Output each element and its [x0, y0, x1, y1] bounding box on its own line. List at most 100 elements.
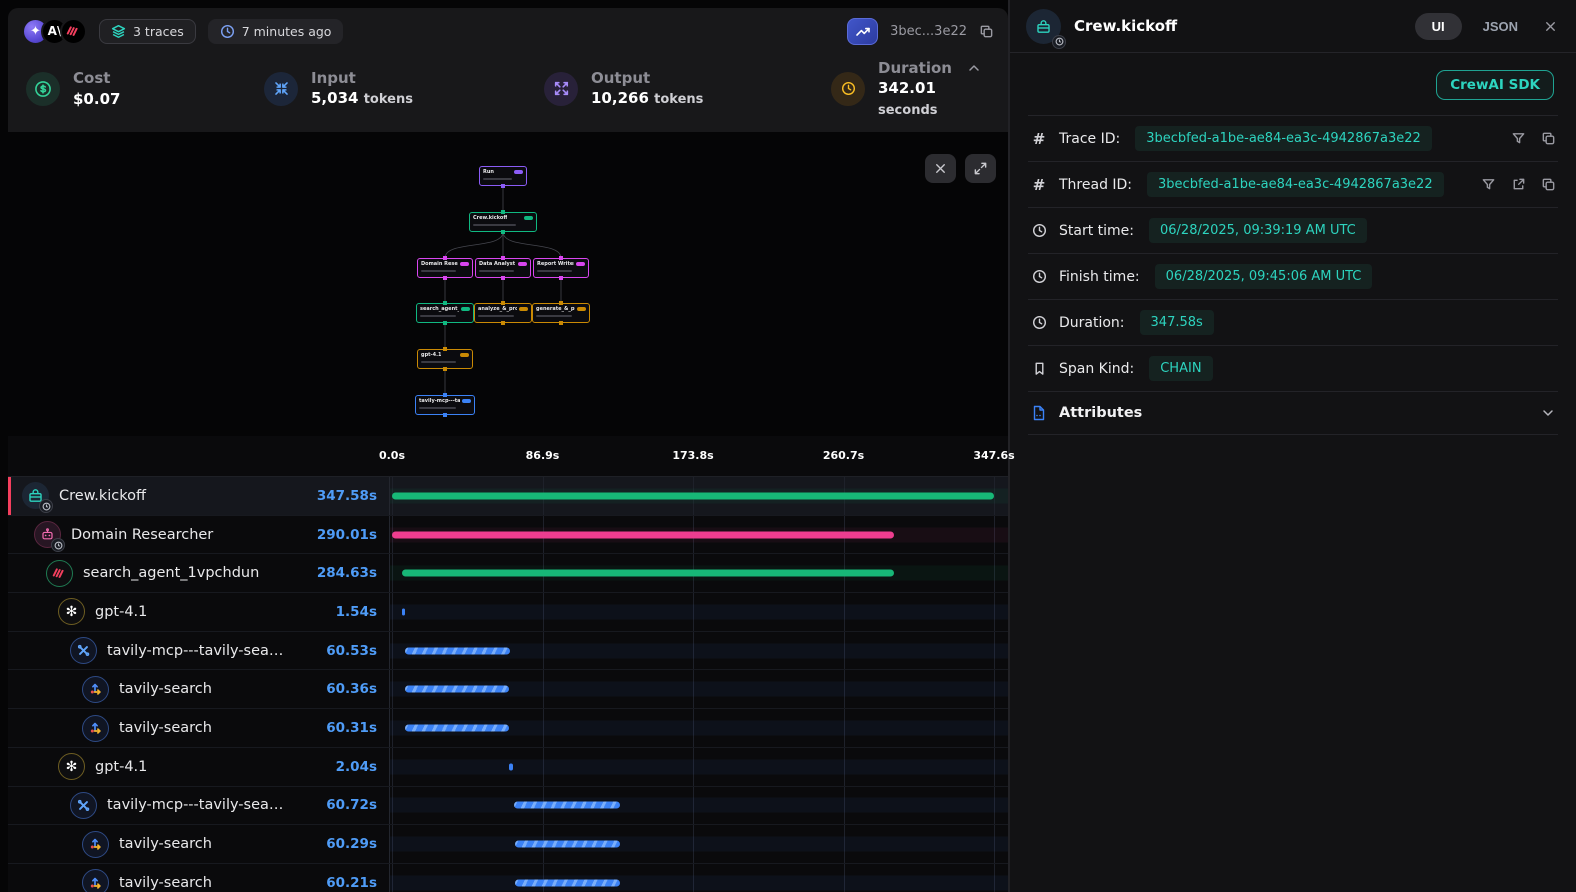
crew-red-icon — [46, 560, 73, 587]
node-connector-dot — [559, 321, 563, 325]
chevron-up-icon — [966, 60, 982, 76]
node-connector-dot — [501, 301, 505, 305]
copy-icon[interactable] — [1541, 131, 1556, 146]
node-connector-dot — [443, 256, 447, 260]
span-name: tavily-mcp---tavily-sea… — [107, 643, 316, 659]
span-bar-cell — [390, 825, 1008, 863]
detail-label: Trace ID: — [1059, 131, 1120, 147]
clock-icon — [220, 24, 235, 39]
span-duration: 60.53s — [326, 643, 377, 659]
trace-pane: ✦A\ 3 traces 7 minutes ago 3bec...3e22 C… — [0, 0, 1008, 892]
close-details-button[interactable] — [1543, 19, 1558, 34]
clock-badge-icon — [39, 499, 53, 513]
span-bar — [514, 802, 619, 809]
node-connector-dot — [501, 321, 505, 325]
external-link-icon[interactable] — [1511, 177, 1526, 192]
trace-age-badge[interactable]: 7 minutes ago — [208, 19, 344, 44]
span-bar-cell — [390, 748, 1008, 786]
copy-trace-id-button[interactable] — [979, 24, 994, 39]
node-connector-dot — [501, 256, 505, 260]
graph-node-run[interactable]: Run — [479, 166, 527, 186]
waterfall-timeline: 0.0s86.9s173.8s260.7s347.6s Crew.kickoff… — [8, 436, 1008, 892]
filter-icon[interactable] — [1481, 177, 1496, 192]
detail-value-chip[interactable]: 06/28/2025, 09:39:19 AM UTC — [1149, 218, 1367, 243]
span-bar-cell — [390, 477, 1008, 515]
span-duration: 60.21s — [326, 875, 377, 891]
span-duration: 290.01s — [317, 527, 377, 543]
axis-tick: 0.0s — [379, 449, 405, 462]
node-connector-dot — [443, 276, 447, 280]
node-connector-dot — [443, 413, 447, 417]
tools-icon — [70, 637, 97, 664]
graph-node-gpt[interactable]: gpt-4.1 — [417, 349, 473, 369]
span-row-Crew.kickoff[interactable]: Crew.kickoff 347.58s — [8, 477, 1008, 516]
detail-row-trace-id-: #Trace ID:3becbfed-a1be-ae84-ea3c-494286… — [1028, 116, 1558, 162]
span-row-search_agent_1vpchdun[interactable]: search_agent_1vpchdun 284.63s — [8, 554, 1008, 593]
span-row-tavily-search[interactable]: tavily-search 60.21s — [8, 864, 1008, 892]
detail-row-span-kind-: Span Kind: CHAIN — [1028, 346, 1558, 392]
span-row-Domain Researcher[interactable]: Domain Researcher290.01s — [8, 516, 1008, 555]
filter-icon[interactable] — [1511, 131, 1526, 146]
sdk-badge: CrewAI SDK — [1436, 70, 1554, 100]
span-duration: 347.58s — [317, 488, 377, 504]
copy-icon[interactable] — [1541, 177, 1556, 192]
trace-graph-panel: Run Crew.kickoff Domain ResearcherData Ana… — [8, 132, 1008, 436]
span-row-tavily-search[interactable]: tavily-search60.29s — [8, 825, 1008, 864]
tab-json[interactable]: JSON — [1483, 19, 1518, 34]
detail-value-chip[interactable]: CHAIN — [1149, 356, 1212, 381]
stat-label: Input — [311, 68, 413, 88]
span-bar — [405, 647, 510, 654]
span-row-gpt-4.1[interactable]: ✻gpt-4.12.04s — [8, 748, 1008, 787]
graph-node-analyze[interactable]: analyze_&_process — [474, 303, 532, 323]
clock-icon — [1030, 269, 1048, 284]
node-connector-dot — [559, 276, 563, 280]
graph-node-tavily[interactable]: tavily-mcp---tavily-search — [415, 395, 475, 415]
span-bar-cell — [390, 670, 1008, 708]
expand-graph-button[interactable] — [965, 154, 996, 183]
graph-node-analyst[interactable]: Data Analyst — [475, 258, 531, 278]
collapse-stats-button[interactable] — [966, 60, 982, 76]
json-file-icon — [1030, 405, 1048, 421]
graph-node-crew[interactable]: Crew.kickoff — [469, 212, 537, 232]
close-icon — [1543, 19, 1558, 34]
metrics-chart-button[interactable] — [847, 18, 878, 45]
span-name: Crew.kickoff — [59, 488, 307, 504]
detail-value-chip[interactable]: 06/28/2025, 09:45:06 AM UTC — [1155, 264, 1373, 289]
traces-count-badge[interactable]: 3 traces — [99, 19, 196, 44]
clock-icon — [1030, 223, 1048, 238]
tab-ui[interactable]: UI — [1415, 13, 1462, 40]
clock-icon — [1030, 315, 1048, 330]
span-row-tavily-search[interactable]: tavily-search60.36s — [8, 670, 1008, 709]
span-bar — [392, 531, 894, 538]
detail-value-chip[interactable]: 3becbfed-a1be-ae84-ea3c-4942867a3e22 — [1135, 126, 1432, 151]
detail-value-chip[interactable]: 3becbfed-a1be-ae84-ea3c-4942867a3e22 — [1147, 172, 1444, 197]
trace-header-card: ✦A\ 3 traces 7 minutes ago 3bec...3e22 C… — [8, 8, 1008, 132]
graph-node-domain[interactable]: Domain Researcher — [417, 258, 473, 278]
openai-icon: ✻ — [58, 753, 85, 780]
trace-header-row: ✦A\ 3 traces 7 minutes ago 3bec...3e22 — [8, 8, 1008, 54]
span-row-gpt-4.1[interactable]: ✻gpt-4.11.54s — [8, 593, 1008, 632]
graph-node-writer[interactable]: Report Writer — [533, 258, 589, 278]
close-graph-button[interactable] — [925, 154, 956, 183]
graph-node-search[interactable]: search_agent_1vpchdun — [416, 303, 474, 323]
graph-node-generate[interactable]: generate_&_prepare — [532, 303, 590, 323]
span-name: tavily-search — [119, 720, 316, 736]
span-row-tavily-mcp---tavily-sea…[interactable]: tavily-mcp---tavily-sea… 60.53s — [8, 632, 1008, 671]
detail-label: Duration: — [1059, 315, 1125, 331]
attributes-section-toggle[interactable]: Attributes — [1028, 392, 1558, 435]
span-name: search_agent_1vpchdun — [83, 565, 307, 581]
stat-label: Cost — [73, 68, 120, 88]
copy-icon — [979, 24, 994, 39]
node-connector-dot — [443, 393, 447, 397]
span-bar — [402, 608, 405, 615]
stat-label: Output — [591, 68, 703, 88]
node-connector-dot — [501, 276, 505, 280]
detail-label: Span Kind: — [1059, 361, 1134, 377]
span-row-tavily-search[interactable]: tavily-search60.31s — [8, 709, 1008, 748]
span-row-tavily-mcp---tavily-sea…[interactable]: tavily-mcp---tavily-sea…60.72s — [8, 787, 1008, 826]
axis-tick: 347.6s — [973, 449, 1014, 462]
detail-value-chip[interactable]: 347.58s — [1140, 310, 1214, 335]
span-name: tavily-search — [119, 875, 316, 891]
span-duration: 284.63s — [317, 565, 377, 581]
detail-row-finish-time-: Finish time:06/28/2025, 09:45:06 AM UTC — [1028, 254, 1558, 300]
